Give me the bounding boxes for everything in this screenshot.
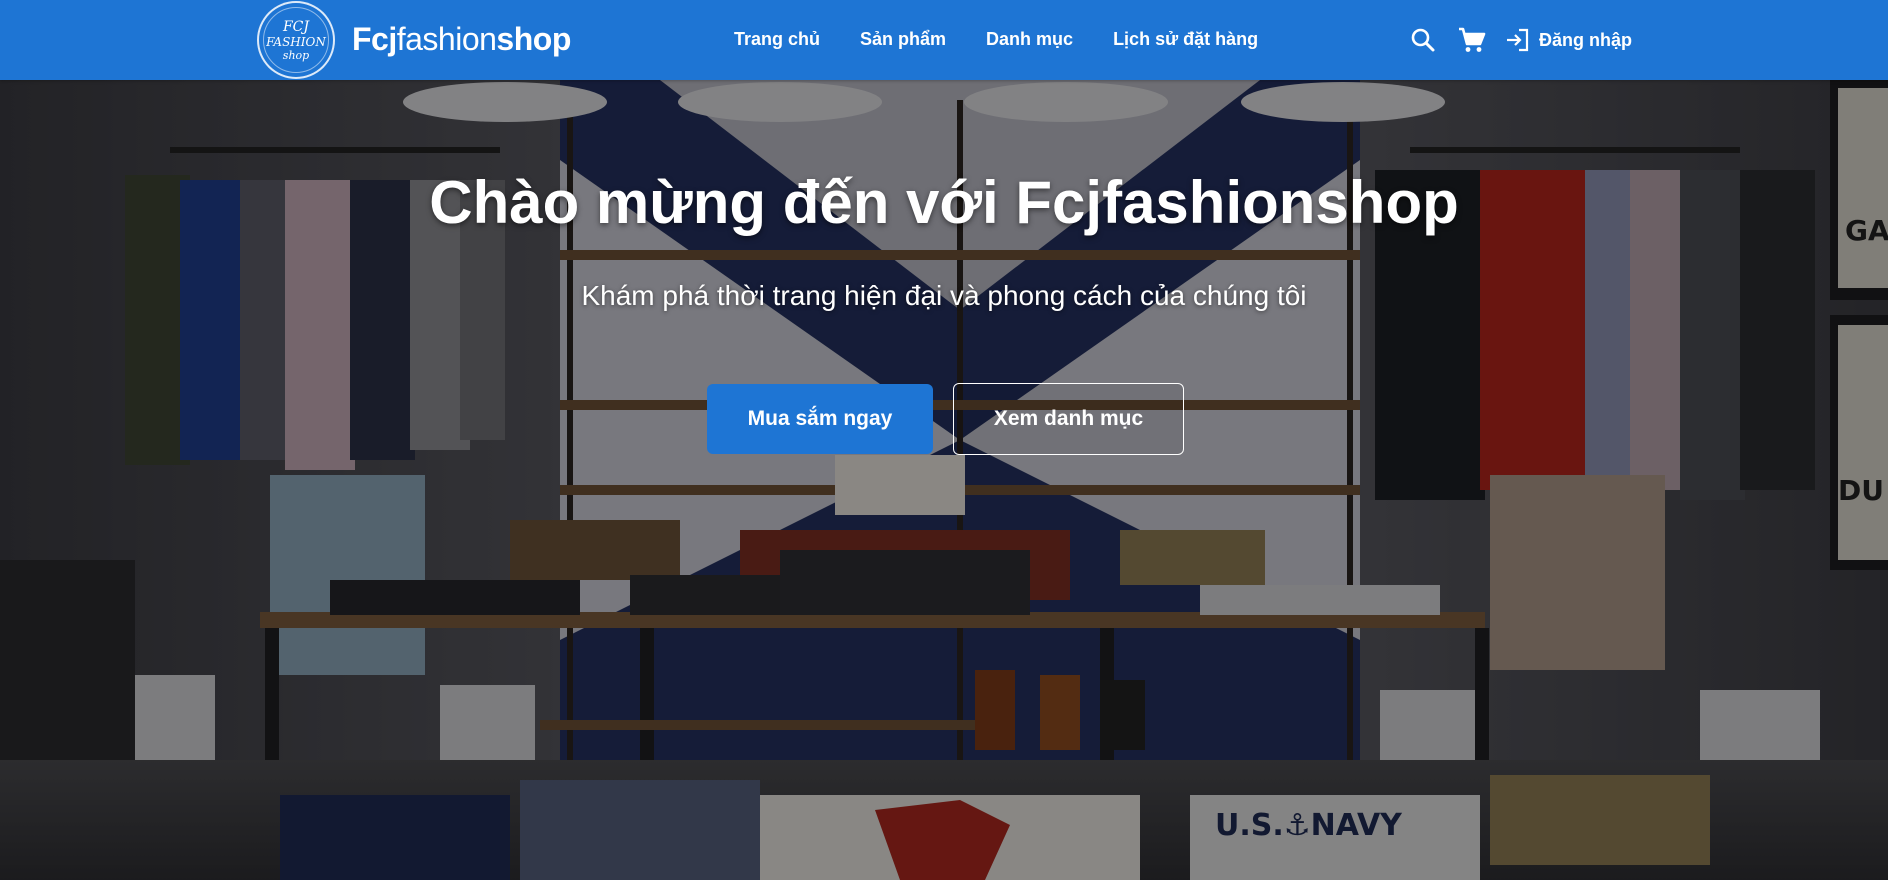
search-icon[interactable] xyxy=(1409,26,1437,54)
shop-now-button[interactable]: Mua sắm ngay xyxy=(707,384,933,454)
login-icon[interactable] xyxy=(1505,26,1533,54)
nav-link-categories[interactable]: Danh mục xyxy=(986,29,1073,50)
brand-name[interactable]: Fcjfashionshop xyxy=(352,21,571,58)
nav-link-products[interactable]: Sản phẩm xyxy=(860,29,946,50)
cart-icon[interactable] xyxy=(1457,26,1486,54)
main-nav: Trang chủ Sản phẩm Danh mục Lịch sử đặt … xyxy=(734,29,1258,50)
hero-title: Chào mừng đến với Fcjfashionshop xyxy=(429,169,1459,236)
brand-name-part1: Fcj xyxy=(352,21,397,57)
nav-link-order-history[interactable]: Lịch sử đặt hàng xyxy=(1113,29,1258,50)
view-categories-button[interactable]: Xem danh mục xyxy=(953,383,1184,455)
brand-name-part3: shop xyxy=(496,21,571,57)
hero-subtitle: Khám phá thời trang hiện đại và phong cá… xyxy=(581,280,1307,311)
login-link[interactable]: Đăng nhập xyxy=(1539,30,1632,51)
logo-text-line3: shop xyxy=(282,48,310,62)
logo-text-line2: FASHION xyxy=(266,34,326,49)
brand-logo[interactable]: FCJ FASHION shop xyxy=(257,1,335,79)
logo-text-line1: FCJ xyxy=(282,18,310,35)
brand-name-part2: fashion xyxy=(396,21,497,57)
top-navbar: FCJ FASHION shop Fcjfashionshop Trang ch… xyxy=(0,0,1888,80)
nav-link-home[interactable]: Trang chủ xyxy=(734,29,820,50)
hero-banner: GA DU U.S.⚓NAVY Chào mừng đến với Fcjfas… xyxy=(0,80,1888,880)
